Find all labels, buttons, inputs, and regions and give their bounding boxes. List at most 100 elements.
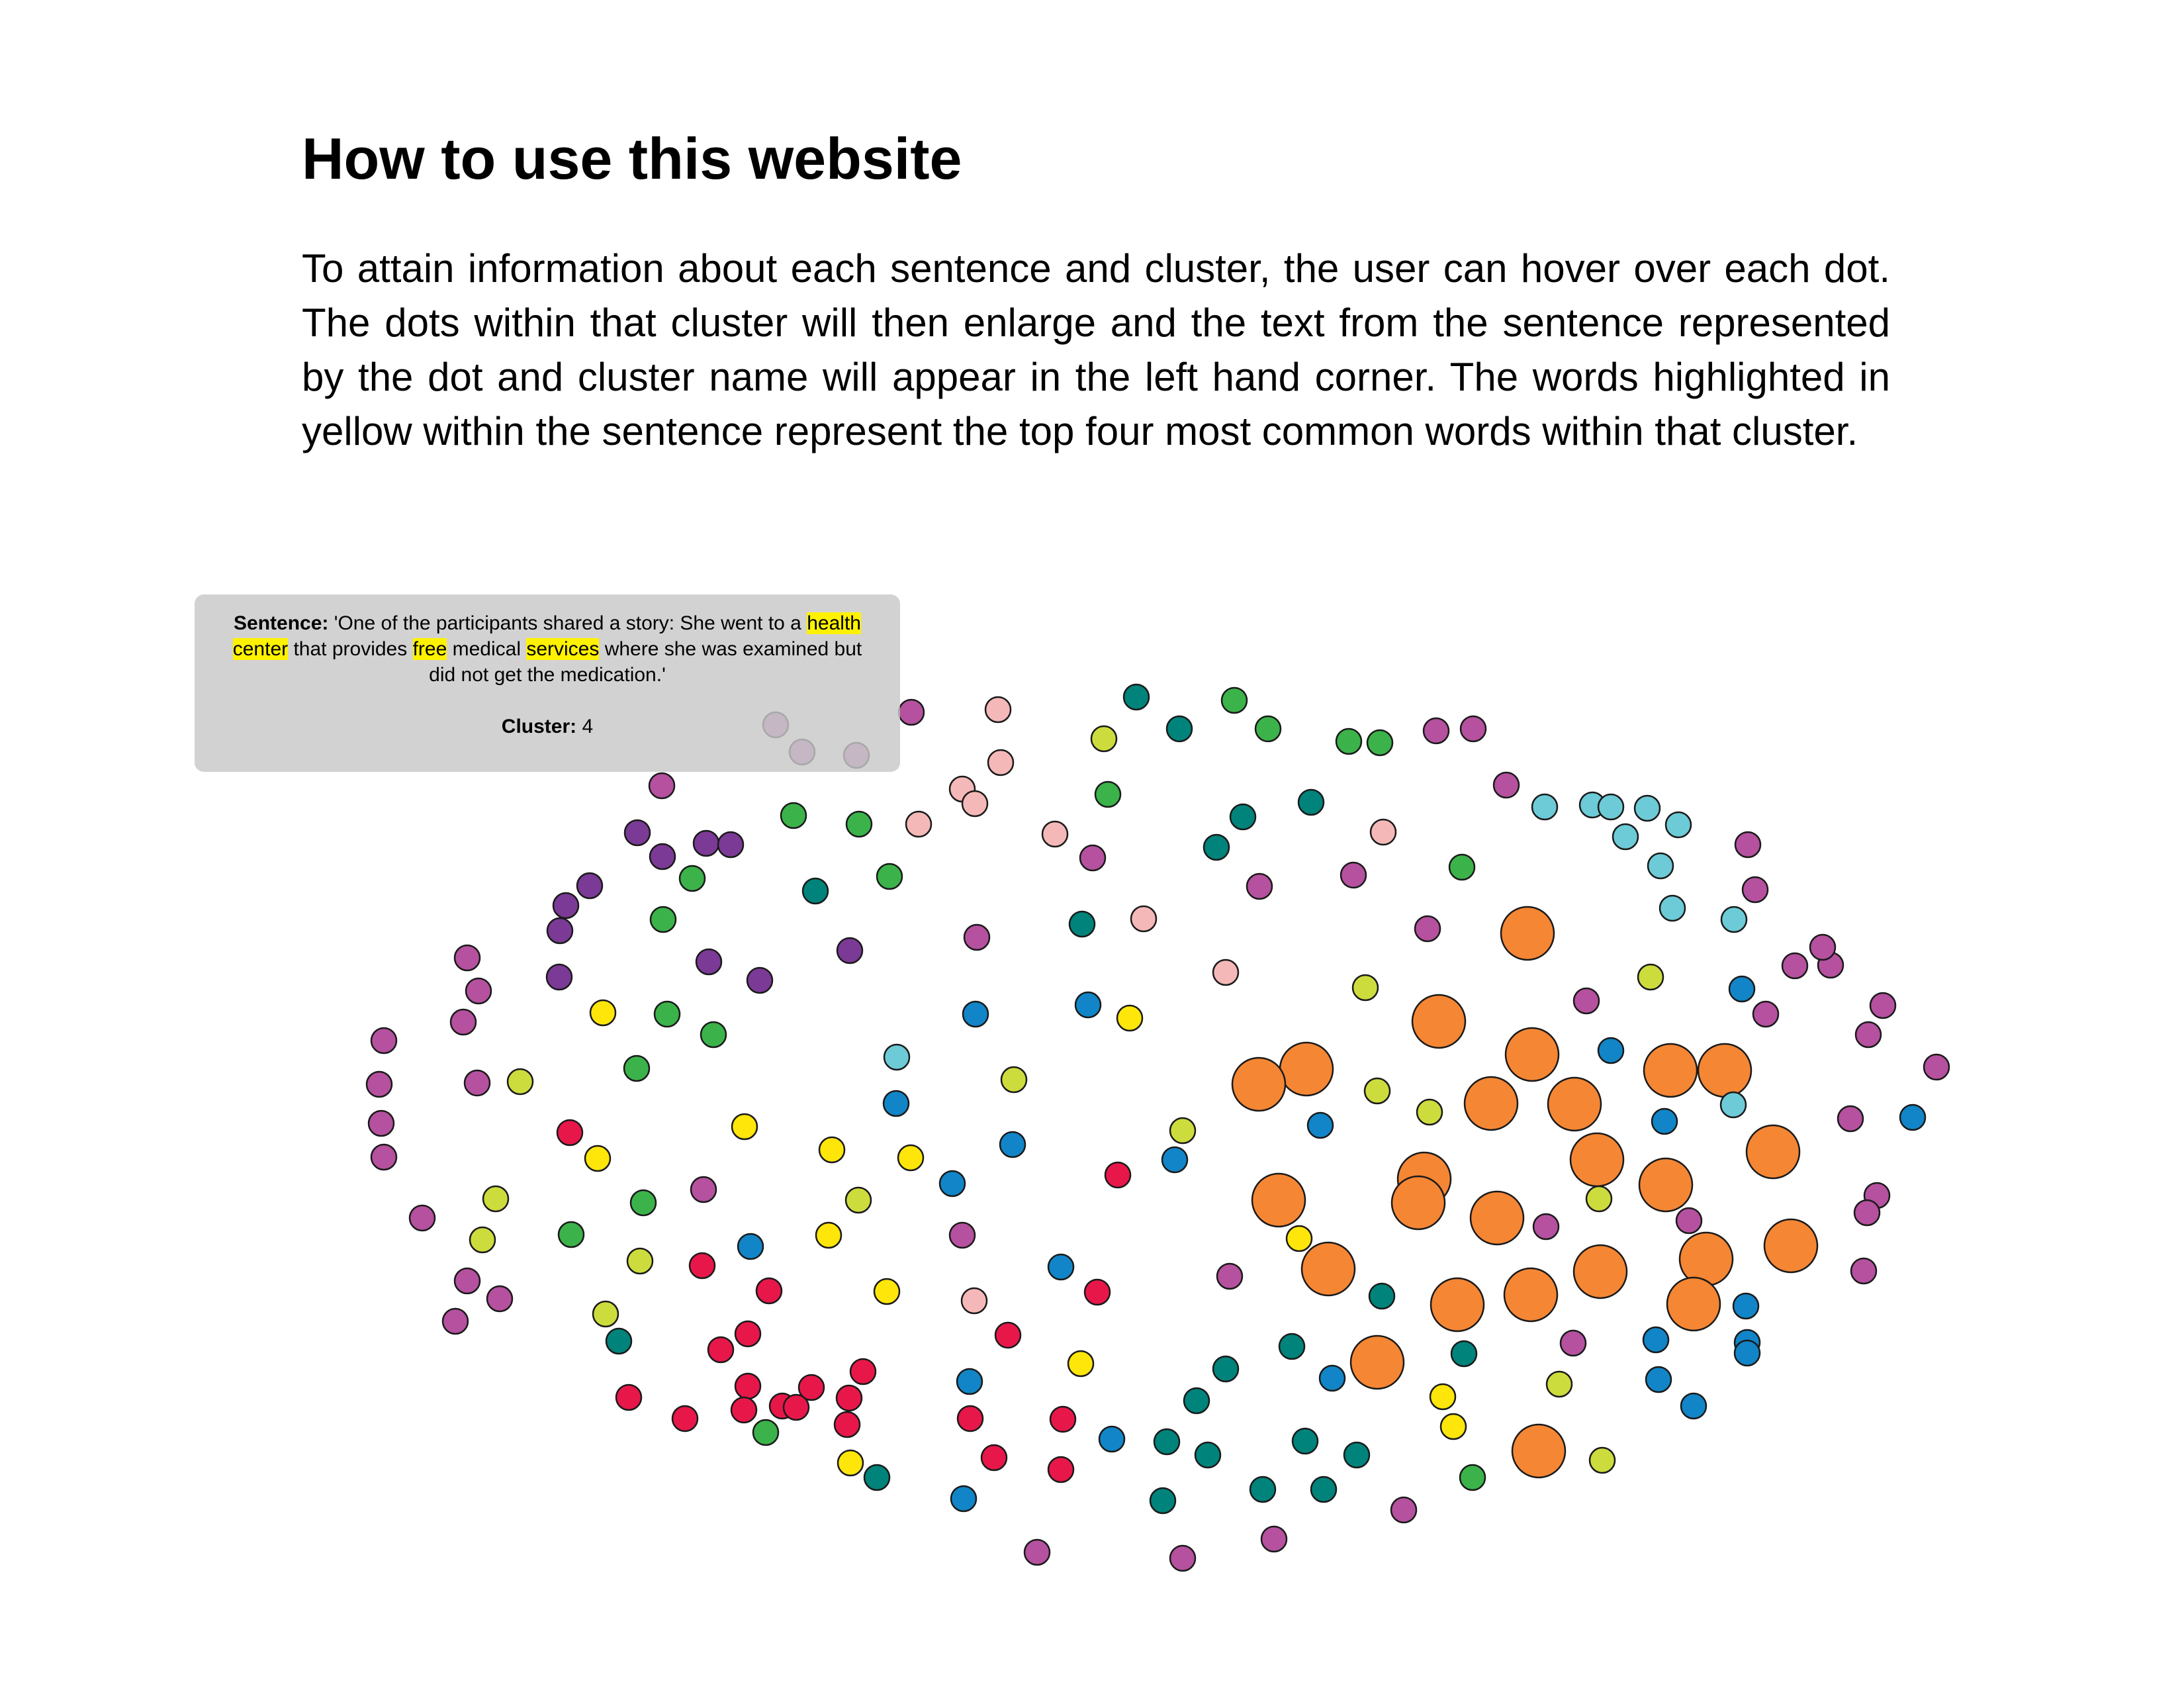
- sentence-dot[interactable]: [731, 1113, 758, 1141]
- sentence-dot[interactable]: [1837, 1105, 1864, 1133]
- sentence-dot[interactable]: [897, 698, 925, 726]
- enlarged-cluster-dot[interactable]: [1503, 1267, 1559, 1323]
- sentence-dot[interactable]: [1318, 1364, 1346, 1392]
- enlarged-cluster-dot[interactable]: [1411, 994, 1467, 1049]
- sentence-dot[interactable]: [1169, 1117, 1197, 1145]
- sentence-dot[interactable]: [1169, 1544, 1197, 1572]
- sentence-dot[interactable]: [1090, 725, 1118, 753]
- sentence-dot[interactable]: [938, 1170, 966, 1197]
- sentence-dot[interactable]: [1194, 1441, 1222, 1469]
- cluster-scatter-plot[interactable]: [0, 0, 2184, 1688]
- sentence-dot[interactable]: [961, 790, 989, 818]
- sentence-dot[interactable]: [370, 1143, 398, 1171]
- enlarged-cluster-dot[interactable]: [1430, 1277, 1485, 1333]
- sentence-dot[interactable]: [1098, 1425, 1126, 1453]
- sentence-dot[interactable]: [1368, 1282, 1396, 1310]
- sentence-dot[interactable]: [1083, 1278, 1111, 1306]
- sentence-dot[interactable]: [441, 1307, 469, 1335]
- sentence-dot[interactable]: [623, 1055, 651, 1082]
- sentence-dot[interactable]: [1000, 1066, 1028, 1094]
- sentence-dot[interactable]: [752, 1419, 780, 1446]
- sentence-dot[interactable]: [1728, 975, 1756, 1003]
- enlarged-cluster-dot[interactable]: [1745, 1124, 1801, 1180]
- sentence-dot[interactable]: [1734, 831, 1762, 859]
- sentence-dot[interactable]: [956, 1405, 984, 1432]
- sentence-dot[interactable]: [1572, 987, 1600, 1015]
- sentence-dot[interactable]: [1853, 1199, 1881, 1227]
- sentence-dot[interactable]: [1366, 729, 1394, 757]
- sentence-dot[interactable]: [1153, 1428, 1181, 1456]
- sentence-dot[interactable]: [1612, 823, 1639, 851]
- sentence-dot[interactable]: [897, 1144, 925, 1172]
- sentence-dot[interactable]: [1149, 1487, 1177, 1515]
- sentence-dot[interactable]: [1079, 844, 1107, 872]
- sentence-dot[interactable]: [734, 1372, 762, 1400]
- sentence-dot[interactable]: [1278, 1333, 1306, 1360]
- sentence-dot[interactable]: [1047, 1456, 1075, 1483]
- sentence-dot[interactable]: [1664, 811, 1692, 839]
- sentence-dot[interactable]: [1351, 974, 1379, 1002]
- sentence-dot[interactable]: [1161, 1146, 1189, 1174]
- sentence-dot[interactable]: [782, 1393, 810, 1421]
- sentence-dot[interactable]: [1809, 933, 1837, 961]
- sentence-dot[interactable]: [1335, 727, 1363, 755]
- enlarged-cluster-dot[interactable]: [1231, 1056, 1287, 1112]
- sentence-dot[interactable]: [1023, 1538, 1051, 1566]
- sentence-dot[interactable]: [815, 1221, 842, 1249]
- sentence-dot[interactable]: [545, 963, 573, 991]
- sentence-dot[interactable]: [883, 1043, 911, 1071]
- sentence-dot[interactable]: [1047, 1253, 1075, 1281]
- sentence-dot[interactable]: [576, 872, 604, 900]
- sentence-dot[interactable]: [1122, 683, 1150, 711]
- sentence-dot[interactable]: [1249, 1476, 1277, 1503]
- sentence-dot[interactable]: [465, 977, 492, 1005]
- sentence-dot[interactable]: [453, 944, 481, 972]
- sentence-dot[interactable]: [1212, 959, 1240, 986]
- sentence-dot[interactable]: [1597, 1037, 1625, 1064]
- sentence-dot[interactable]: [1343, 1441, 1371, 1469]
- sentence-dot[interactable]: [1229, 803, 1257, 831]
- sentence-dot[interactable]: [592, 1300, 619, 1328]
- sentence-dot[interactable]: [1041, 820, 1069, 848]
- sentence-dot[interactable]: [737, 1233, 764, 1260]
- sentence-dot[interactable]: [844, 1186, 872, 1214]
- sentence-dot[interactable]: [734, 1320, 762, 1348]
- sentence-dot[interactable]: [1585, 1185, 1613, 1213]
- sentence-dot[interactable]: [1645, 1366, 1672, 1393]
- sentence-dot[interactable]: [1720, 906, 1748, 933]
- sentence-dot[interactable]: [1310, 1476, 1338, 1503]
- sentence-dot[interactable]: [678, 865, 706, 892]
- sentence-dot[interactable]: [845, 810, 873, 838]
- sentence-dot[interactable]: [780, 802, 807, 829]
- sentence-dot[interactable]: [1732, 1292, 1760, 1320]
- sentence-dot[interactable]: [1246, 872, 1273, 900]
- sentence-dot[interactable]: [1680, 1392, 1707, 1420]
- sentence-dot[interactable]: [730, 1396, 758, 1424]
- sentence-dot[interactable]: [605, 1327, 633, 1355]
- sentence-dot[interactable]: [1429, 1383, 1457, 1411]
- sentence-dot[interactable]: [1416, 1098, 1443, 1126]
- sentence-dot[interactable]: [584, 1145, 612, 1172]
- enlarged-cluster-dot[interactable]: [1569, 1132, 1625, 1188]
- sentence-dot[interactable]: [1340, 861, 1367, 889]
- sentence-dot[interactable]: [1659, 894, 1686, 922]
- sentence-dot[interactable]: [629, 1189, 657, 1217]
- sentence-dot[interactable]: [690, 1176, 717, 1203]
- sentence-dot[interactable]: [960, 1287, 988, 1315]
- sentence-dot[interactable]: [999, 1131, 1026, 1158]
- enlarged-cluster-dot[interactable]: [1500, 906, 1555, 961]
- enlarged-cluster-dot[interactable]: [1251, 1172, 1306, 1228]
- sentence-dot[interactable]: [1923, 1053, 1950, 1081]
- sentence-dot[interactable]: [1130, 905, 1158, 933]
- sentence-dot[interactable]: [688, 1252, 716, 1280]
- sentence-dot[interactable]: [1559, 1329, 1587, 1357]
- sentence-dot[interactable]: [948, 1221, 976, 1249]
- sentence-dot[interactable]: [818, 1136, 846, 1164]
- sentence-dot[interactable]: [707, 1336, 735, 1364]
- enlarged-cluster-dot[interactable]: [1547, 1076, 1602, 1132]
- sentence-dot[interactable]: [1781, 952, 1809, 980]
- sentence-dot[interactable]: [1104, 1161, 1132, 1189]
- sentence-dot[interactable]: [835, 1384, 863, 1412]
- sentence-dot[interactable]: [671, 1405, 699, 1432]
- sentence-dot[interactable]: [1183, 1387, 1210, 1415]
